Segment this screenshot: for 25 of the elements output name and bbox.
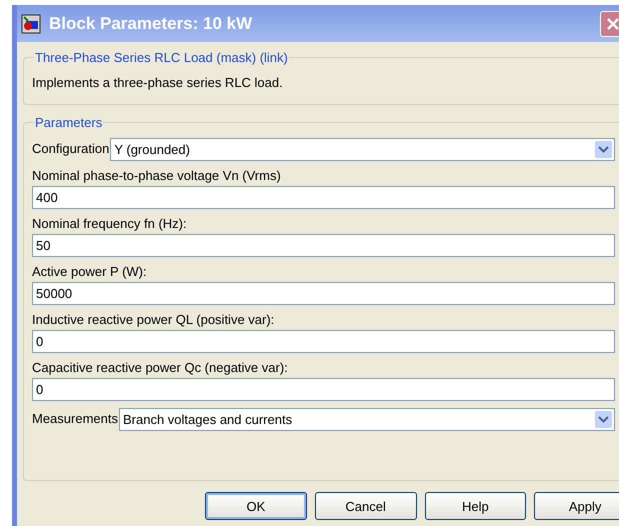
dropdown-field[interactable]: Y (grounded) xyxy=(110,138,615,161)
input-field[interactable]: 0 xyxy=(32,330,615,353)
dialog-button[interactable]: Cancel xyxy=(314,492,416,520)
field-label: Nominal phase-to-phase voltage Vn (Vrms) xyxy=(32,168,282,183)
group-title: Three-Phase Series RLC Load (mask) (link) xyxy=(34,50,289,65)
field-label: Nominal frequency fn (Hz): xyxy=(32,216,188,231)
dropdown-field[interactable]: Branch voltages and currents xyxy=(118,408,615,431)
window-title: Block Parameters: 10 kW xyxy=(49,14,252,34)
field-label: Active power P (W): xyxy=(32,264,148,279)
field-label: Configuration xyxy=(32,140,110,156)
input-field[interactable]: 50 xyxy=(32,234,615,257)
group-title: Parameters xyxy=(34,115,104,130)
input-field[interactable]: 50000 xyxy=(32,282,615,305)
block-icon xyxy=(21,14,41,34)
input-field[interactable]: 0 xyxy=(32,378,615,401)
description-text: Implements a three-phase series RLC load. xyxy=(32,74,284,92)
close-icon xyxy=(605,16,619,32)
input-field[interactable]: 400 xyxy=(32,186,615,209)
dialog-button[interactable]: Apply xyxy=(534,492,619,520)
field-label: Capacitive reactive power Qc (negative var): xyxy=(32,360,289,375)
dialog-button[interactable]: Help xyxy=(424,492,526,520)
field-label: Inductive reactive power QL (positive var): xyxy=(32,312,276,327)
dialog-button[interactable]: OK xyxy=(205,492,307,520)
field-label: Measurements xyxy=(32,410,118,426)
close-button[interactable] xyxy=(600,11,619,37)
